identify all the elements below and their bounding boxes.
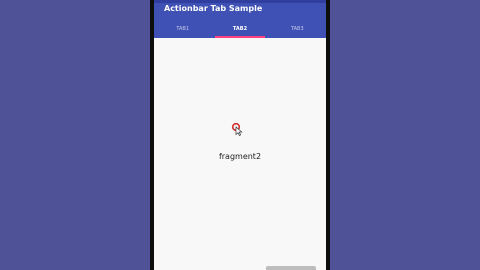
- action-bar: Actionbar Tab Sample TAB1 TAB2 TAB3: [154, 0, 326, 38]
- touch-cursor-icon: [231, 122, 243, 136]
- tab-2[interactable]: TAB2: [211, 20, 268, 38]
- app-title: Actionbar Tab Sample: [164, 4, 263, 13]
- tab-bar: TAB1 TAB2 TAB3: [154, 20, 326, 38]
- tab-1[interactable]: TAB1: [154, 20, 211, 38]
- app-screen: Actionbar Tab Sample TAB1 TAB2 TAB3 frag…: [154, 0, 326, 270]
- phone-frame: Actionbar Tab Sample TAB1 TAB2 TAB3 frag…: [150, 0, 330, 270]
- fragment-label: fragment2: [218, 152, 262, 161]
- tab-3[interactable]: TAB3: [269, 20, 326, 38]
- overlay-bar: [266, 266, 316, 270]
- status-bar: [154, 0, 326, 3]
